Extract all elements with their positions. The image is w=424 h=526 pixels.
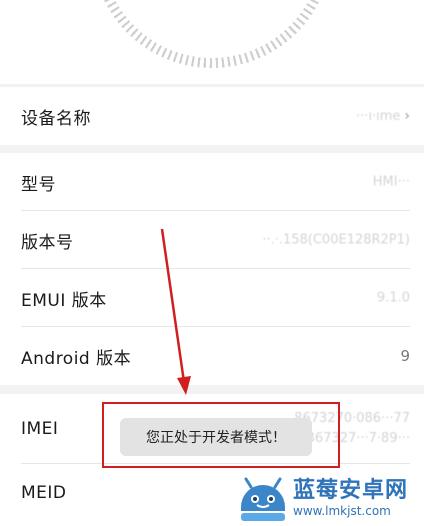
device-name-group: 设备名称 ···ı·ıme › bbox=[0, 87, 424, 145]
build-number-row[interactable]: 版本号 ··.·.158(C00E128R2P1) bbox=[0, 211, 424, 269]
header-area bbox=[0, 0, 424, 84]
storage-dial-graphic bbox=[92, 0, 332, 68]
device-name-label: 设备名称 bbox=[21, 108, 91, 129]
watermark-url: www.lmkjst.com bbox=[293, 504, 391, 518]
device-info-group: 型号 HMI··· 版本号 ··.·.158(C00E128R2P1) EMUI… bbox=[0, 153, 424, 385]
device-name-row[interactable]: 设备名称 ···ı·ıme › bbox=[0, 87, 424, 145]
android-version-row: Android 版本 9 bbox=[0, 327, 424, 385]
imei-label: IMEI bbox=[21, 419, 59, 439]
annotation-highlight-box bbox=[102, 402, 340, 468]
model-row: 型号 HMI··· bbox=[0, 153, 424, 211]
emui-version-value: 9.1.0 bbox=[376, 290, 410, 306]
model-value: HMI··· bbox=[372, 174, 410, 190]
model-label: 型号 bbox=[21, 174, 56, 195]
meid-label: MEID bbox=[21, 483, 67, 503]
site-watermark: 蓝莓安卓网 www.lmkjst.com bbox=[237, 470, 424, 526]
emui-version-row: EMUI 版本 9.1.0 bbox=[0, 269, 424, 327]
android-robot-logo-icon bbox=[237, 473, 289, 523]
device-name-value: ···ı·ıme › bbox=[355, 108, 410, 124]
chevron-right-icon: › bbox=[404, 108, 410, 124]
build-number-label: 版本号 bbox=[21, 232, 74, 253]
watermark-text: 蓝莓安卓网 www.lmkjst.com bbox=[293, 478, 408, 518]
android-version-value: 9 bbox=[400, 347, 410, 365]
android-version-label: Android 版本 bbox=[21, 348, 132, 369]
build-number-value: ··.·.158(C00E128R2P1) bbox=[262, 232, 410, 248]
watermark-title: 蓝莓安卓网 bbox=[293, 478, 409, 503]
emui-version-label: EMUI 版本 bbox=[21, 290, 107, 311]
